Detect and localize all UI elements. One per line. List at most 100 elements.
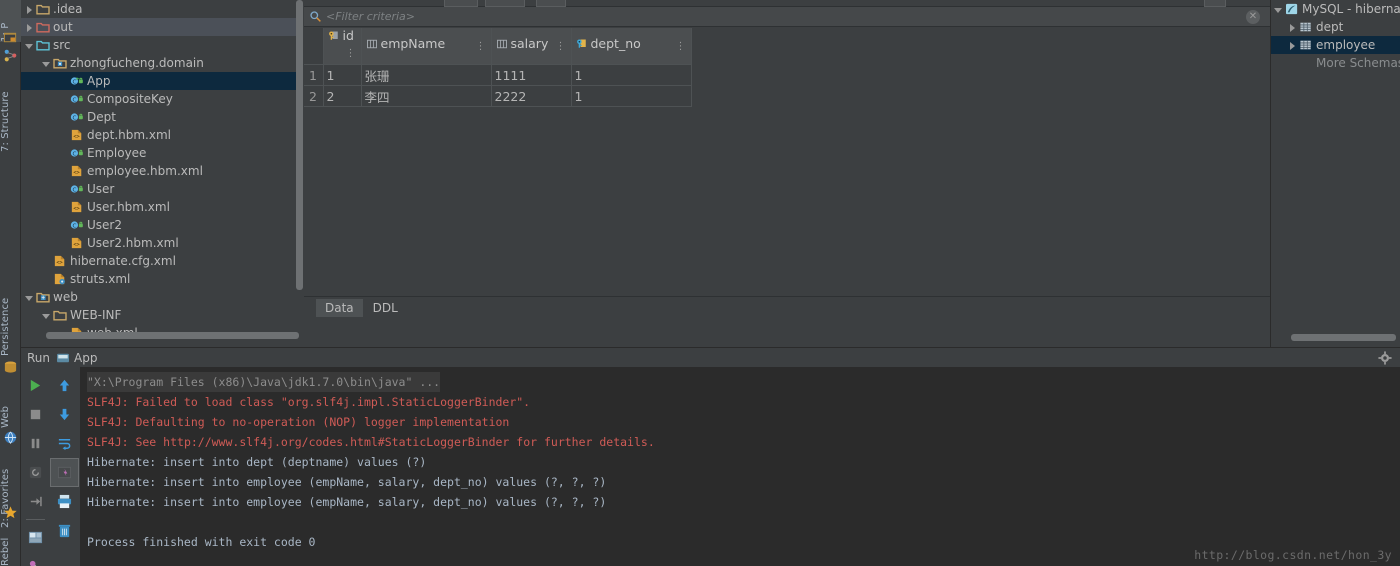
column-sort-icon[interactable]: ⋮	[346, 43, 356, 64]
database-tree[interactable]: MySQL - hiberna dept employee More Schemas.…	[1270, 0, 1400, 347]
column-sort-icon[interactable]: ⋮	[476, 36, 486, 57]
tree-item-employee[interactable]: C Employee	[21, 144, 303, 162]
result-grid[interactable]: id ⋮ empName ⋮ salary ⋮ dept_no ⋮ 1 1 张珊 1111 1 2 2 李四…	[304, 28, 1270, 318]
tree-item-label: src	[53, 38, 71, 52]
filter-search-icon	[304, 10, 326, 23]
svg-text:<>: <>	[73, 242, 79, 248]
console-output[interactable]: "X:\Program Files (x86)\Java\jdk1.7.0\bi…	[79, 367, 1400, 566]
restart-button[interactable]	[21, 458, 50, 487]
scroll-to-end-button[interactable]	[50, 458, 79, 487]
step-button[interactable]	[21, 487, 50, 516]
tree-collapse-arrow[interactable]	[42, 59, 51, 68]
persistence-icon	[4, 361, 17, 373]
layout-button[interactable]	[21, 523, 50, 552]
tree-item-zhongfucheng-domain[interactable]: zhongfucheng.domain	[21, 54, 303, 72]
tree-expand-arrow[interactable]	[1288, 41, 1297, 50]
db-tree-item-dept[interactable]: dept	[1271, 18, 1400, 36]
pin-button[interactable]	[21, 552, 50, 566]
cell-dept_no[interactable]: 1	[570, 64, 692, 86]
tree-item-dept-hbm-xml[interactable]: <> dept.hbm.xml	[21, 126, 303, 144]
tree-item-web[interactable]: web	[21, 288, 303, 306]
tree-item-web-inf[interactable]: WEB-INF	[21, 306, 303, 324]
tree-item-dept[interactable]: C Dept	[21, 108, 303, 126]
tree-item-app[interactable]: C App	[21, 72, 303, 90]
tree-item-employee-hbm-xml[interactable]: <> employee.hbm.xml	[21, 162, 303, 180]
cell-salary[interactable]: 1111	[490, 64, 572, 86]
clear-icon[interactable]: ✕	[1246, 10, 1260, 24]
cell-id[interactable]: 2	[322, 85, 362, 107]
run-config-icon	[57, 353, 70, 362]
tree-expand-arrow[interactable]	[25, 5, 34, 14]
tab-ddl[interactable]: DDL	[364, 299, 407, 317]
tree-expand-arrow[interactable]	[1288, 23, 1297, 32]
filter-input[interactable]: <Filter criteria>	[326, 10, 415, 23]
column-header-empname[interactable]: empName ⋮	[360, 28, 492, 65]
tab-data[interactable]: Data	[316, 298, 363, 317]
tree-item-compositekey[interactable]: C CompositeKey	[21, 90, 303, 108]
left-tool-window-strip: 1: P 7: Structure Persistence Web 2: Fav…	[0, 0, 21, 566]
svg-text:C: C	[72, 80, 76, 86]
console-output-line: Hibernate: insert into dept (deptname) v…	[87, 455, 427, 469]
database-tree-horizontal-scrollbar[interactable]	[1291, 334, 1396, 341]
stop-button[interactable]	[21, 400, 50, 429]
tree-item-user2[interactable]: C User2	[21, 216, 303, 234]
gear-icon[interactable]	[1378, 351, 1392, 368]
soft-wrap-button[interactable]	[50, 429, 79, 458]
column-header-salary[interactable]: salary ⋮	[490, 28, 572, 65]
run-panel-title: Run	[27, 350, 51, 365]
console-toolbar[interactable]	[21, 367, 79, 566]
tool-tab-structure[interactable]: 7: Structure	[0, 68, 21, 152]
cell-dept_no[interactable]: 1	[570, 85, 692, 107]
scroll-up-button[interactable]	[50, 371, 79, 400]
tree-item-out[interactable]: out	[21, 18, 303, 36]
column-sort-icon[interactable]: ⋮	[676, 36, 686, 57]
tree-item-user-hbm-xml[interactable]: <> User.hbm.xml	[21, 198, 303, 216]
tree-item-label: Employee	[87, 146, 147, 160]
tool-tab-web[interactable]: Web	[0, 382, 21, 428]
tree-item-idea[interactable]: .idea	[21, 0, 303, 18]
rerun-button[interactable]	[21, 371, 50, 400]
tree-collapse-arrow[interactable]	[1274, 5, 1283, 14]
tree-item-struts-xml[interactable]: struts.xml	[21, 270, 303, 288]
cell-id[interactable]: 1	[322, 64, 362, 86]
tree-collapse-arrow[interactable]	[25, 293, 34, 302]
scroll-down-button[interactable]	[50, 400, 79, 429]
svg-text:C: C	[72, 98, 76, 104]
data-editor-toolbar[interactable]	[304, 0, 1270, 7]
column-header-id[interactable]: id ⋮	[322, 28, 362, 65]
tool-tab-jrebel[interactable]: Rebel	[0, 528, 21, 566]
tree-item-hibernate-cfg-xml[interactable]: <> hibernate.cfg.xml	[21, 252, 303, 270]
svg-text:<>: <>	[73, 134, 79, 140]
tree-collapse-arrow[interactable]	[25, 41, 34, 50]
cell-salary[interactable]: 2222	[490, 85, 572, 107]
column-header-label: salary	[510, 35, 549, 51]
trash-icon[interactable]	[50, 516, 79, 545]
run-configuration-tab[interactable]: App	[56, 351, 97, 365]
tree-item-label: User	[87, 182, 115, 196]
tree-item-user2-hbm-xml[interactable]: <> User2.hbm.xml	[21, 234, 303, 252]
structure-icon	[4, 49, 17, 62]
data-editor-tabs[interactable]: Data DDL	[304, 296, 1270, 318]
column-sort-icon[interactable]: ⋮	[556, 36, 566, 57]
tree-item-user[interactable]: C User	[21, 180, 303, 198]
tool-tab-persistence[interactable]: Persistence	[0, 278, 21, 356]
tree-item-src[interactable]: src	[21, 36, 303, 54]
db-tree-item-mysql-hiberna[interactable]: MySQL - hiberna	[1271, 0, 1400, 18]
table-row[interactable]: 1 1 张珊 1111 1	[304, 64, 692, 86]
filter-criteria-bar[interactable]: <Filter criteria> ✕	[304, 7, 1270, 27]
column-header-dept_no[interactable]: dept_no ⋮	[570, 28, 692, 65]
table-row[interactable]: 2 2 李四 2222 1	[304, 85, 692, 107]
db-tree-item-label: More Schemas...	[1316, 56, 1400, 70]
project-tree[interactable]: .idea out src zhongfucheng.domain C App C Compo…	[21, 0, 303, 344]
tree-expand-arrow[interactable]	[25, 23, 34, 32]
cell-empname[interactable]: 张珊	[360, 64, 492, 86]
project-tree-horizontal-scrollbar[interactable]	[46, 332, 299, 339]
project-tree-vertical-scrollbar[interactable]	[296, 0, 303, 290]
db-tree-item-more-schemas[interactable]: More Schemas...	[1271, 54, 1400, 72]
db-tree-item-employee[interactable]: employee	[1271, 36, 1400, 54]
print-button[interactable]	[50, 487, 79, 516]
console-hyperlink[interactable]: http://www.slf4j.org/codes.html#StaticLo…	[163, 435, 509, 449]
tree-collapse-arrow[interactable]	[42, 311, 51, 320]
pause-button[interactable]	[21, 429, 50, 458]
cell-empname[interactable]: 李四	[360, 85, 492, 107]
